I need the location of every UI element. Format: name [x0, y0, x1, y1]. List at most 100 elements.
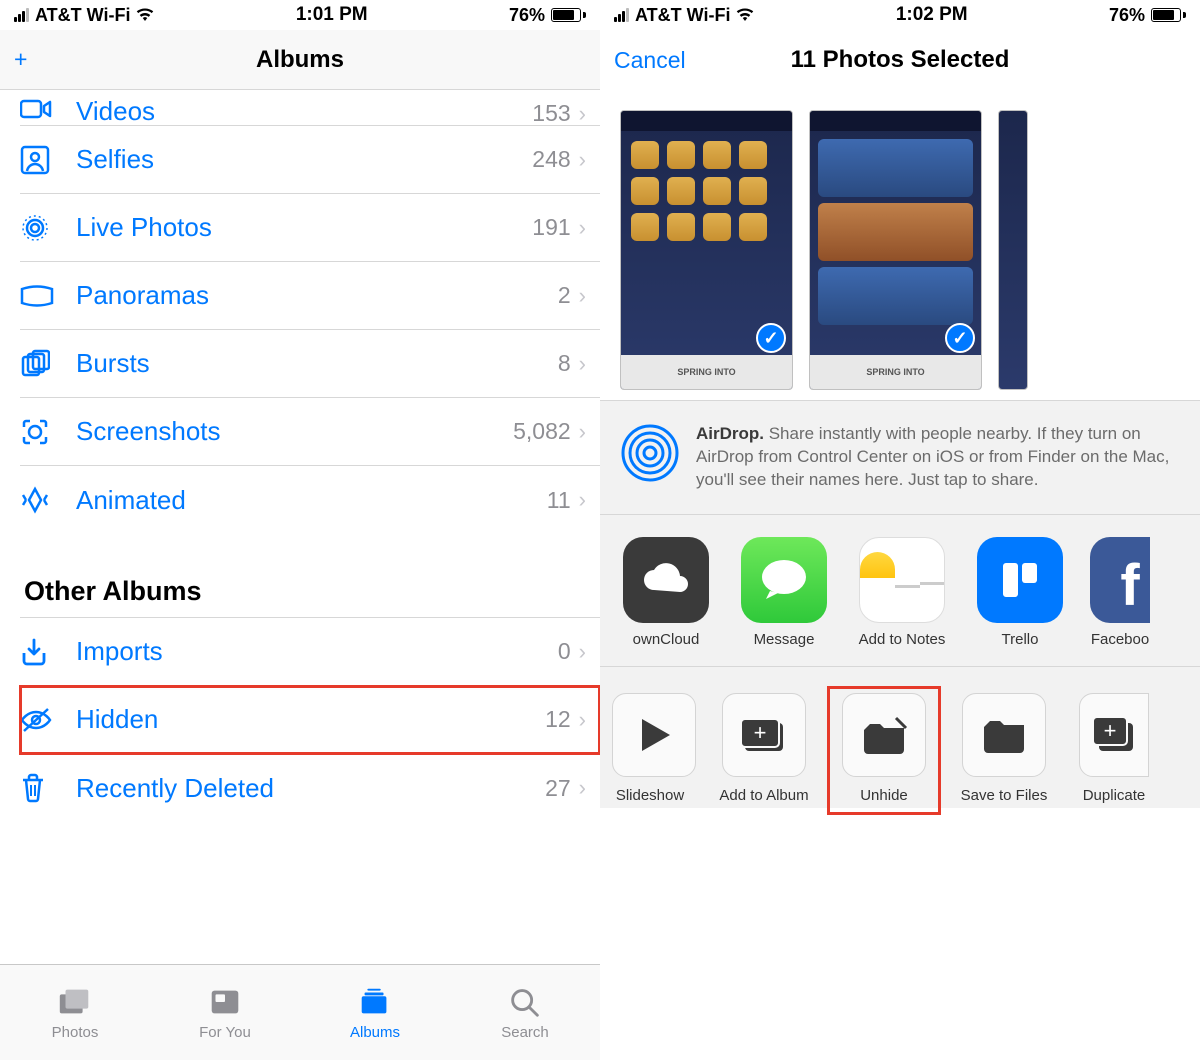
chevron-icon: › — [579, 283, 586, 309]
app-label: Trello — [1002, 631, 1039, 648]
share-app-trello[interactable]: Trello — [972, 537, 1068, 648]
nav-bar: Cancel 11 Photos Selected — [600, 30, 1200, 90]
wifi-icon — [136, 8, 154, 22]
tab-bar: Photos For You Albums Search — [0, 964, 600, 1060]
album-row-bursts[interactable]: Bursts 8 › — [20, 330, 600, 398]
album-label: Videos — [60, 96, 532, 126]
battery-icon — [551, 8, 586, 22]
album-label: Imports — [60, 636, 558, 667]
album-count: 27 — [545, 775, 571, 802]
action-duplicate[interactable]: + Duplicate — [1074, 693, 1154, 808]
clock: 1:01 PM — [296, 4, 368, 26]
album-row-selfies[interactable]: Selfies 248 › — [20, 126, 600, 194]
album-row-hidden[interactable]: Hidden 12 › — [20, 686, 600, 754]
selected-thumbnail[interactable]: SPRING INTO ✓ — [809, 110, 982, 390]
burst-icon — [20, 349, 60, 379]
tab-albums[interactable]: Albums — [300, 965, 450, 1060]
battery-percent: 76% — [1109, 5, 1145, 26]
action-label: Save to Files — [961, 787, 1048, 804]
signal-icon — [14, 8, 29, 22]
album-label: Animated — [60, 485, 547, 516]
action-slideshow[interactable]: Slideshow — [614, 693, 694, 808]
chevron-icon: › — [579, 351, 586, 377]
share-actions-row[interactable]: Slideshow + Add to Album Unhide Save to … — [600, 667, 1200, 808]
album-count: 8 — [558, 350, 571, 377]
play-icon — [612, 693, 696, 777]
video-icon — [20, 97, 60, 121]
share-app-message[interactable]: Message — [736, 537, 832, 648]
album-label: Bursts — [60, 348, 558, 379]
chevron-icon: › — [579, 639, 586, 665]
media-types-list: Videos 153 › Selfies 248 › Live Photos 1… — [0, 78, 600, 534]
app-label: ownCloud — [633, 631, 700, 648]
chevron-icon: › — [579, 707, 586, 733]
album-row-animated[interactable]: Animated 11 › — [20, 466, 600, 534]
share-app-facebook[interactable]: f Faceboo — [1090, 537, 1150, 648]
facebook-icon: f — [1090, 537, 1150, 623]
album-row-live[interactable]: Live Photos 191 › — [20, 194, 600, 262]
tab-search[interactable]: Search — [450, 965, 600, 1060]
tab-label: Albums — [350, 1024, 400, 1041]
cancel-button[interactable]: Cancel — [614, 47, 686, 74]
wifi-icon — [736, 8, 754, 22]
selected-check-icon: ✓ — [945, 323, 975, 353]
album-label: Screenshots — [60, 416, 513, 447]
share-apps-row[interactable]: ownCloud Message Add to Notes Trello f F… — [600, 515, 1200, 667]
album-label: Live Photos — [60, 212, 532, 243]
app-label: Message — [754, 631, 815, 648]
screenshot-icon — [20, 417, 60, 447]
chevron-icon: › — [579, 775, 586, 801]
unhide-icon — [842, 693, 926, 777]
selected-thumbnail[interactable]: SPRING INTO ✓ — [620, 110, 793, 390]
app-label: Faceboo — [1091, 631, 1149, 648]
tab-label: Search — [501, 1024, 549, 1041]
owncloud-icon — [623, 537, 709, 623]
album-count: 153 — [532, 100, 570, 126]
album-row-panoramas[interactable]: Panoramas 2 › — [20, 262, 600, 330]
trello-icon — [977, 537, 1063, 623]
airdrop-row[interactable]: AirDrop. Share instantly with people nea… — [600, 400, 1200, 515]
action-add-to-album[interactable]: + Add to Album — [714, 693, 814, 808]
action-save-to-files[interactable]: Save to Files — [954, 693, 1054, 808]
folder-icon — [962, 693, 1046, 777]
import-icon — [20, 637, 60, 667]
page-title: Albums — [256, 46, 344, 74]
album-count: 191 — [532, 214, 570, 241]
animated-icon — [20, 485, 60, 515]
add-button[interactable]: + — [14, 48, 27, 71]
trash-icon — [20, 773, 60, 803]
airdrop-description: AirDrop. Share instantly with people nea… — [696, 423, 1180, 492]
album-count: 12 — [545, 706, 571, 733]
chevron-icon: › — [579, 215, 586, 241]
share-app-notes[interactable]: Add to Notes — [854, 537, 950, 648]
foryou-tab-icon — [206, 984, 244, 1020]
album-row-recently-deleted[interactable]: Recently Deleted 27 › — [20, 754, 600, 822]
selfie-icon — [20, 145, 60, 175]
hidden-icon — [20, 707, 60, 733]
selected-photos-strip[interactable]: SPRING INTO ✓ SPRING INTO ✓ — [600, 90, 1200, 400]
tab-foryou[interactable]: For You — [150, 965, 300, 1060]
action-unhide[interactable]: Unhide — [834, 693, 934, 808]
chevron-icon: › — [579, 487, 586, 513]
status-bar: AT&T Wi-Fi 1:01 PM 76% — [0, 0, 600, 30]
album-label: Panoramas — [60, 280, 558, 311]
selected-check-icon: ✓ — [756, 323, 786, 353]
album-count: 11 — [547, 487, 571, 514]
other-albums-heading: Other Albums — [0, 534, 600, 617]
battery-percent: 76% — [509, 5, 545, 26]
airdrop-icon — [620, 423, 680, 483]
album-row-screenshots[interactable]: Screenshots 5,082 › — [20, 398, 600, 466]
action-label: Duplicate — [1083, 787, 1146, 804]
folder-plus-icon: + — [722, 693, 806, 777]
share-app-owncloud[interactable]: ownCloud — [618, 537, 714, 648]
tab-photos[interactable]: Photos — [0, 965, 150, 1060]
album-count: 5,082 — [513, 418, 571, 445]
selected-thumbnail[interactable] — [998, 110, 1028, 390]
message-icon — [741, 537, 827, 623]
signal-icon — [614, 8, 629, 22]
albums-screen: AT&T Wi-Fi 1:01 PM 76% + Albums Videos 1… — [0, 0, 600, 1060]
album-row-imports[interactable]: Imports 0 › — [20, 618, 600, 686]
search-tab-icon — [506, 984, 544, 1020]
chevron-icon: › — [579, 419, 586, 445]
action-label: Unhide — [860, 787, 908, 804]
